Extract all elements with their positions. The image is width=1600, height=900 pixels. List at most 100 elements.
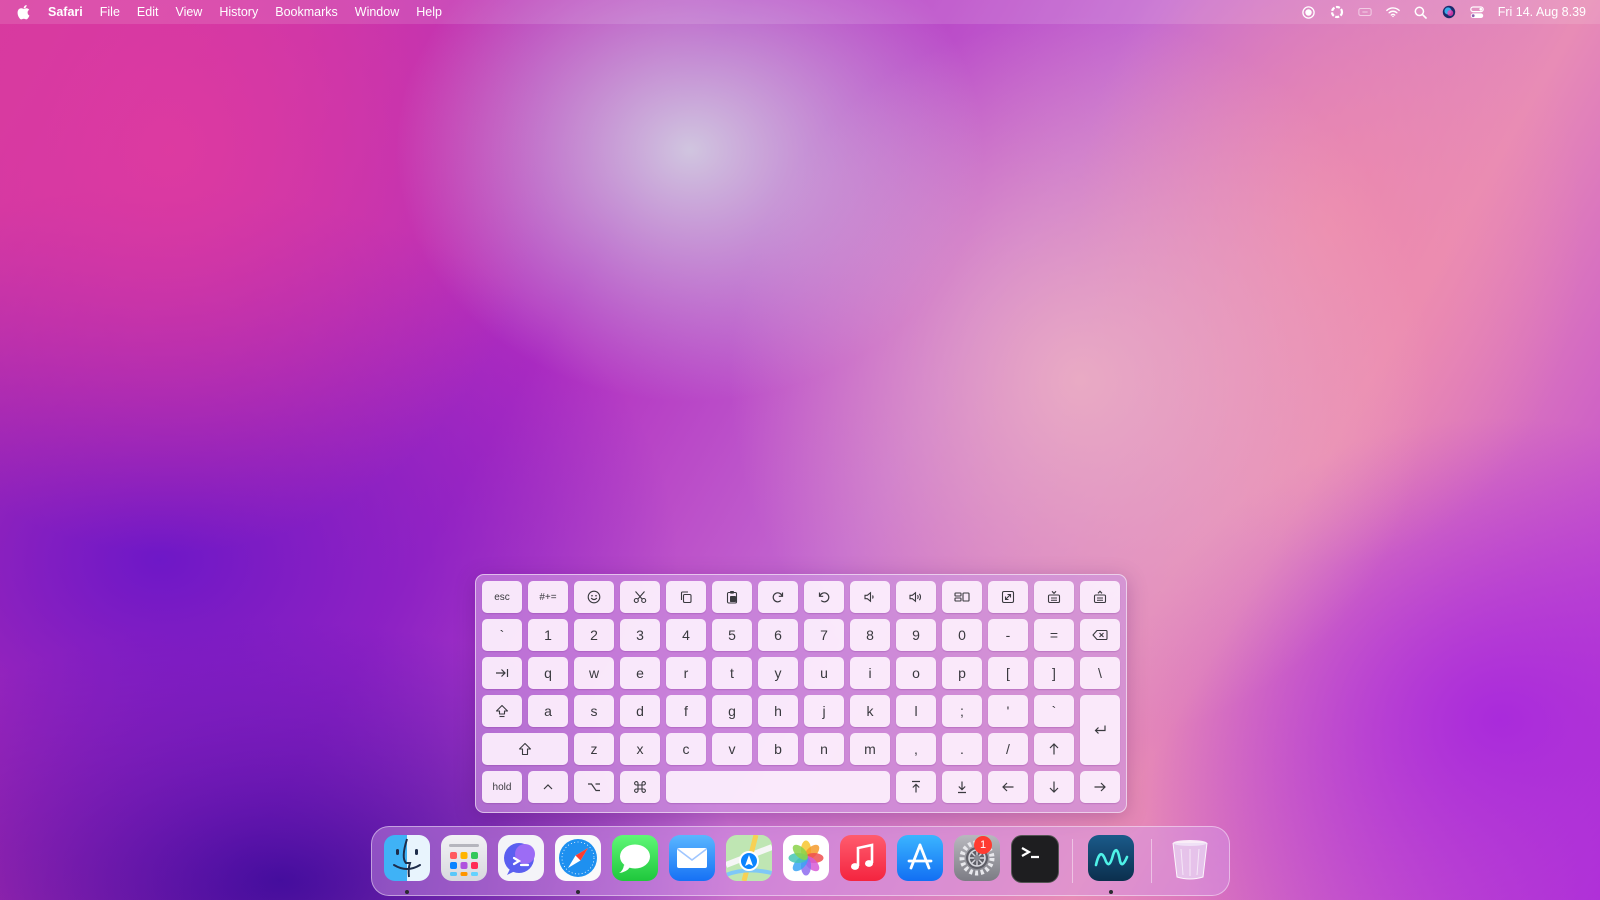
key-keyboard-raise[interactable] <box>1080 581 1120 613</box>
key-tab[interactable] <box>482 657 522 689</box>
key-cut[interactable] <box>620 581 660 613</box>
key-p[interactable]: p <box>942 657 982 689</box>
key-emoji[interactable] <box>574 581 614 613</box>
dock-maps[interactable] <box>726 835 772 881</box>
key-s[interactable]: s <box>574 695 614 727</box>
key-8[interactable]: 8 <box>850 619 890 651</box>
key-l[interactable]: l <box>896 695 936 727</box>
menu-window[interactable]: Window <box>355 5 399 19</box>
key-arrow-up[interactable] <box>1034 733 1074 765</box>
dock-app-store[interactable] <box>897 835 943 881</box>
key-b[interactable]: b <box>758 733 798 765</box>
apple-icon[interactable] <box>16 4 30 20</box>
key-semicolon[interactable]: ; <box>942 695 982 727</box>
key-2[interactable]: 2 <box>574 619 614 651</box>
dock-freeform[interactable] <box>1088 835 1134 881</box>
dock-mail[interactable] <box>669 835 715 881</box>
key-redo[interactable] <box>758 581 798 613</box>
key-hold[interactable]: hold <box>482 771 522 803</box>
dock-launchpad[interactable] <box>441 835 487 881</box>
key-backtick-2[interactable]: ` <box>1034 695 1074 727</box>
key-page-down[interactable] <box>942 771 982 803</box>
key-u[interactable]: u <box>804 657 844 689</box>
key-9[interactable]: 9 <box>896 619 936 651</box>
siri-icon[interactable] <box>1442 5 1456 19</box>
key-q[interactable]: q <box>528 657 568 689</box>
dock-terminal[interactable] <box>1011 835 1059 883</box>
menu-help[interactable]: Help <box>416 5 442 19</box>
key-t[interactable]: t <box>712 657 752 689</box>
key-z[interactable]: z <box>574 733 614 765</box>
key-f[interactable]: f <box>666 695 706 727</box>
key-3[interactable]: 3 <box>620 619 660 651</box>
key-comma[interactable]: , <box>896 733 936 765</box>
key-caps-lock[interactable] <box>482 695 522 727</box>
key-return[interactable] <box>1080 695 1120 765</box>
key-period[interactable]: . <box>942 733 982 765</box>
key-5[interactable]: 5 <box>712 619 752 651</box>
dock-safari[interactable] <box>555 835 601 881</box>
key-j[interactable]: j <box>804 695 844 727</box>
key-k[interactable]: k <box>850 695 890 727</box>
key-m[interactable]: m <box>850 733 890 765</box>
menu-file[interactable]: File <box>100 5 120 19</box>
menu-bookmarks[interactable]: Bookmarks <box>275 5 338 19</box>
key-page-up[interactable] <box>896 771 936 803</box>
key-quote[interactable]: ' <box>988 695 1028 727</box>
key-h[interactable]: h <box>758 695 798 727</box>
menu-view[interactable]: View <box>175 5 202 19</box>
focus-icon[interactable] <box>1330 5 1344 19</box>
key-1[interactable]: 1 <box>528 619 568 651</box>
wifi-icon[interactable] <box>1385 5 1400 19</box>
key-c[interactable]: c <box>666 733 706 765</box>
key-minus[interactable]: - <box>988 619 1028 651</box>
key-option[interactable] <box>574 771 614 803</box>
key-e[interactable]: e <box>620 657 660 689</box>
key-d[interactable]: d <box>620 695 660 727</box>
key-command[interactable] <box>620 771 660 803</box>
key-keyboard-lower[interactable] <box>1034 581 1074 613</box>
key-paste[interactable] <box>712 581 752 613</box>
key-esc[interactable]: esc <box>482 581 522 613</box>
dock-copilot[interactable] <box>498 835 544 881</box>
dock-finder[interactable] <box>384 835 430 881</box>
key-o[interactable]: o <box>896 657 936 689</box>
key-i[interactable]: i <box>850 657 890 689</box>
key-arrow-right[interactable] <box>1080 771 1120 803</box>
key-right-bracket[interactable]: ] <box>1034 657 1074 689</box>
display-icon[interactable] <box>1358 5 1372 19</box>
control-center-icon[interactable] <box>1469 5 1484 19</box>
key-g[interactable]: g <box>712 695 752 727</box>
key-control[interactable] <box>528 771 568 803</box>
key-n[interactable]: n <box>804 733 844 765</box>
key-x[interactable]: x <box>620 733 660 765</box>
key-volume-up[interactable] <box>896 581 936 613</box>
key-7[interactable]: 7 <box>804 619 844 651</box>
key-volume-down[interactable] <box>850 581 890 613</box>
dock-messages[interactable] <box>612 835 658 881</box>
key-v[interactable]: v <box>712 733 752 765</box>
key-arrow-down[interactable] <box>1034 771 1074 803</box>
key-symbols[interactable]: #+= <box>528 581 568 613</box>
key-undo[interactable] <box>804 581 844 613</box>
screen-record-icon[interactable] <box>1302 5 1316 19</box>
key-delete[interactable] <box>1080 619 1120 651</box>
key-resize[interactable] <box>988 581 1028 613</box>
dock-trash[interactable] <box>1167 835 1213 881</box>
spotlight-icon[interactable] <box>1414 5 1428 19</box>
key-slash[interactable]: / <box>988 733 1028 765</box>
key-a[interactable]: a <box>528 695 568 727</box>
key-w[interactable]: w <box>574 657 614 689</box>
key-backtick[interactable]: ` <box>482 619 522 651</box>
key-left-bracket[interactable]: [ <box>988 657 1028 689</box>
key-y[interactable]: y <box>758 657 798 689</box>
dock-music[interactable] <box>840 835 886 881</box>
menu-history[interactable]: History <box>219 5 258 19</box>
key-4[interactable]: 4 <box>666 619 706 651</box>
key-space[interactable] <box>666 771 890 803</box>
key-copy[interactable] <box>666 581 706 613</box>
key-equals[interactable]: = <box>1034 619 1074 651</box>
key-shift[interactable] <box>482 733 568 765</box>
key-arrow-left[interactable] <box>988 771 1028 803</box>
key-6[interactable]: 6 <box>758 619 798 651</box>
